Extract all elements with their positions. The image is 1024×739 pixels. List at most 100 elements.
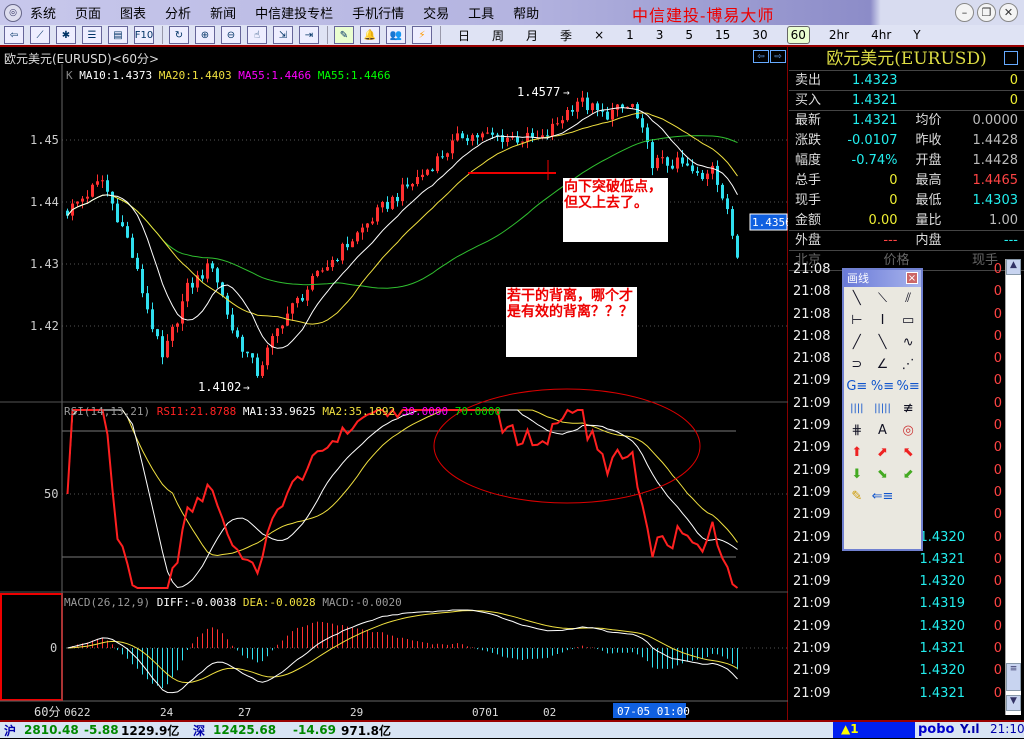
fib-time-tool-icon[interactable]: ||||| [870, 397, 896, 419]
candle [671, 159, 674, 170]
text-tool-icon[interactable]: A [870, 419, 896, 441]
arc-tool-icon[interactable]: ⊃ [844, 353, 870, 375]
period-button-11[interactable]: 2hr [826, 27, 852, 43]
arrow-down-right-tool-icon[interactable]: ⬊ [870, 463, 896, 485]
candle [501, 129, 504, 149]
menu-item[interactable]: 手机行情 [352, 7, 404, 22]
fan-tool-icon[interactable]: ⋰ [895, 353, 921, 375]
list-tool-icon[interactable]: ⇐≡ [870, 485, 896, 507]
rectangle-tool-icon[interactable]: ▭ [895, 309, 921, 331]
scroll-thumb[interactable]: ≡ [1006, 663, 1021, 691]
menu-item[interactable]: 工具 [468, 7, 494, 22]
period-button-0[interactable]: 日 [455, 26, 473, 45]
line-tool-icon[interactable]: ╲ [844, 287, 870, 309]
period-button-5[interactable]: 1 [623, 27, 637, 43]
annotation-note-divergence[interactable]: 若干的背离，哪个才是有效的背离？？？ [506, 287, 637, 357]
tick-qty: 0 [993, 484, 1002, 500]
select-icon[interactable]: ☝ [247, 26, 267, 44]
f10-icon[interactable]: F10 [134, 26, 154, 44]
arrow-down-left-tool-icon[interactable]: ⬋ [895, 463, 921, 485]
arrow-up-right-tool-icon[interactable]: ⬈ [870, 441, 896, 463]
circle-tool-icon[interactable]: ◎ [895, 419, 921, 441]
horizontal-tool-icon[interactable]: ⊢ [844, 309, 870, 331]
vertical-tool-icon[interactable]: I [870, 309, 896, 331]
eraser-tool-icon[interactable]: ✎ [844, 485, 870, 507]
candle [336, 258, 339, 263]
candle [566, 107, 569, 122]
menu-item[interactable]: 页面 [75, 7, 101, 22]
period-button-8[interactable]: 15 [712, 27, 733, 43]
list-icon[interactable]: ☰ [82, 26, 102, 44]
high-arrow-icon: → [563, 86, 570, 99]
menu-item[interactable]: 交易 [423, 7, 449, 22]
percent-tool-icon[interactable]: %≡ [870, 375, 896, 397]
parallel-tool-icon[interactable]: ⫽ [895, 287, 921, 309]
menu-item[interactable]: 新闻 [210, 7, 236, 22]
candle [611, 102, 614, 127]
export-icon[interactable]: ⇥ [299, 26, 319, 44]
arrow-up-left-tool-icon[interactable]: ⬉ [895, 441, 921, 463]
back-icon[interactable]: ⇦ [4, 26, 24, 44]
alert-indicator[interactable]: ▲1 [833, 722, 915, 738]
arrow-down-tool-icon[interactable]: ⬇ [844, 463, 870, 485]
menu-item[interactable]: 图表 [120, 7, 146, 22]
flash-icon[interactable]: ⚡ [412, 26, 432, 44]
channel-tool-icon[interactable]: ≢ [895, 397, 921, 419]
draw-icon[interactable]: ✎ [334, 26, 354, 44]
ray-down-tool-icon[interactable]: ╲ [870, 331, 896, 353]
close-button[interactable]: ✕ [999, 3, 1018, 22]
period-button-2[interactable]: 月 [523, 26, 541, 45]
angle-tool-icon[interactable]: ∠ [870, 353, 896, 375]
menu-item[interactable]: 中信建投专栏 [255, 7, 333, 22]
menu-item[interactable]: 帮助 [513, 7, 539, 22]
period-button-10[interactable]: 60 [786, 26, 810, 44]
period-button-3[interactable]: 季 [557, 26, 575, 45]
period-button-13[interactable]: Y [910, 27, 923, 43]
period-button-7[interactable]: 5 [682, 27, 696, 43]
candle [571, 105, 574, 116]
tick-qty: 0 [993, 507, 1002, 523]
restore-button[interactable]: ❐ [977, 3, 996, 22]
annotation-note-breakout[interactable]: 向下突破低点，但又上去了。 [563, 178, 668, 242]
fibonacci-tool-icon[interactable]: %≡ [895, 375, 921, 397]
candle [321, 267, 324, 273]
period-button-1[interactable]: 周 [489, 26, 507, 45]
app-icon[interactable]: ◎ [4, 3, 22, 22]
zoom-in-icon[interactable]: ⊕ [195, 26, 215, 44]
period-button-9[interactable]: 30 [749, 27, 770, 43]
tick-scrollbar[interactable]: ▲ ≡ ▼ [1005, 259, 1021, 715]
period-button-4[interactable]: × [591, 27, 607, 43]
candle [506, 134, 509, 147]
wave-tool-icon[interactable]: ∿ [895, 331, 921, 353]
period-button-12[interactable]: 4hr [868, 27, 894, 43]
palette-close-button[interactable]: × [906, 272, 918, 284]
cross-tool-icon[interactable]: ⋕ [844, 419, 870, 441]
maximize-panel-button[interactable] [1004, 51, 1018, 65]
period-tool-icon[interactable]: |||| [844, 397, 870, 419]
menu-item[interactable]: 系统 [30, 7, 56, 22]
zoom-out-icon[interactable]: ⊖ [221, 26, 241, 44]
menu-item[interactable]: 分析 [165, 7, 191, 22]
arrow-up-tool-icon[interactable]: ⬆ [844, 441, 870, 463]
clock: 21:10 [990, 722, 1024, 736]
line-chart-icon[interactable]: ⟋ [30, 26, 50, 44]
kline-chart[interactable]: 1.4577 → 1.4102 → 1.4356 K MA10:1.4373 M… [0, 47, 788, 720]
segment-tool-icon[interactable]: ⟍ [870, 287, 896, 309]
palette-header[interactable]: 画线 × [844, 270, 921, 287]
minimize-button[interactable]: – [955, 3, 974, 22]
scroll-up-button[interactable]: ▲ [1006, 259, 1021, 275]
candle [306, 286, 309, 307]
candle [111, 191, 114, 211]
refresh-icon[interactable]: ↻ [169, 26, 189, 44]
users-icon[interactable]: 👥 [386, 26, 406, 44]
report-icon[interactable]: ▤ [108, 26, 128, 44]
chart-area[interactable]: 欧元美元(EURUSD)<60分> ⇦ ⇨ 1.4577 → 1.4102 → 1… [0, 47, 788, 720]
period-button-6[interactable]: 3 [653, 27, 667, 43]
scroll-down-button[interactable]: ▼ [1006, 695, 1021, 711]
high-price-label: 1.4577 [517, 85, 560, 99]
alarm-icon[interactable]: 🔔 [360, 26, 380, 44]
ray-up-tool-icon[interactable]: ╱ [844, 331, 870, 353]
gann-tool-icon[interactable]: G≡ [844, 375, 870, 397]
analysis-icon[interactable]: ✱ [56, 26, 76, 44]
switch-icon[interactable]: ⇲ [273, 26, 293, 44]
